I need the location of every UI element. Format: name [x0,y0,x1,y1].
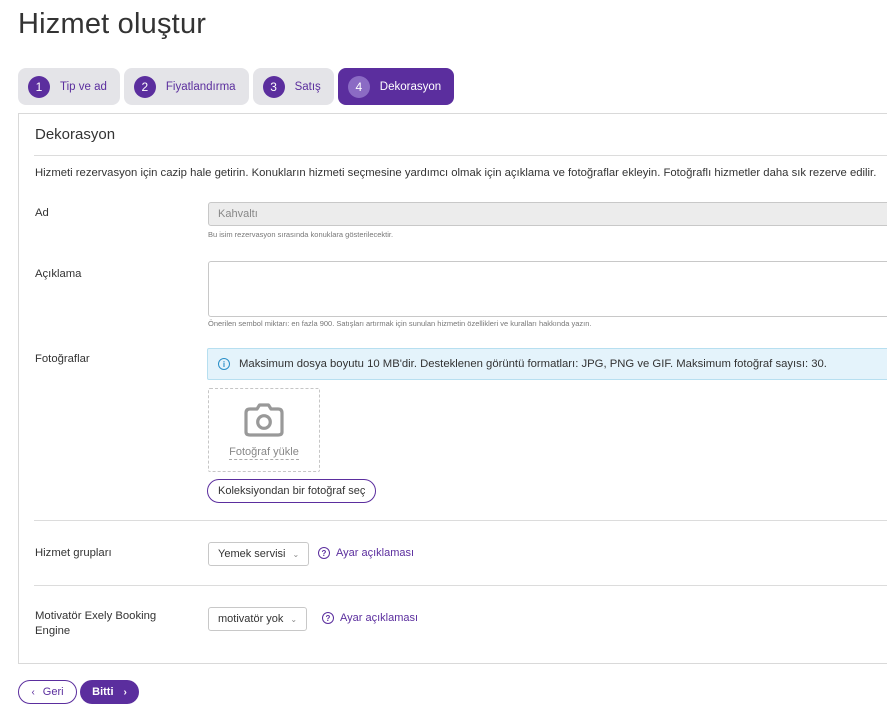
motivator-label: Motivatör Exely Booking Engine [35,610,157,637]
divider [34,155,887,156]
help-text: Ayar açıklaması [340,612,419,624]
upload-label[interactable]: Fotoğraf yükle [229,446,299,460]
chevron-down-icon: ⌄ [292,549,300,559]
step-pricing[interactable]: 2 Fiyatlandırma [123,68,249,105]
section-intro: Hizmeti rezervasyon için cazip hale geti… [35,167,877,179]
groups-select[interactable]: Yemek servisi ⌄ [208,542,310,566]
page-title: Hizmet oluştur [18,8,207,40]
help-text: Ayar açıklaması [336,547,415,559]
camera-icon [244,403,284,437]
back-label: Geri [42,686,64,698]
step-label: Fiyatlandırma [165,80,236,93]
step-number: 4 [347,75,370,98]
photos-label: Fotoğraflar [35,353,90,365]
upload-label-wrap: Fotoğraf yükle [209,446,319,460]
choose-from-collection-button[interactable]: Koleksiyondan bir fotoğraf seç [207,479,377,503]
name-hint: Bu isim rezervasyon sırasında konuklara … [208,230,394,239]
info-icon: i [218,358,230,370]
wizard-steps: 1 Tip ve ad 2 Fiyatlandırma 3 Satış 4 De… [18,68,455,105]
name-input[interactable] [208,202,887,226]
description-label: Açıklama [35,268,82,280]
groups-select-value: Yemek servisi [218,548,286,560]
motivator-help-link[interactable]: ? Ayar açıklaması [322,612,418,624]
done-label: Bitti [92,686,114,698]
photo-upload-dropzone[interactable]: Fotoğraf yükle [208,388,320,472]
motivator-select[interactable]: motivatör yok ⌄ [208,607,308,631]
question-circle-icon: ? [318,547,330,559]
chevron-left-icon: ‹ [31,686,35,698]
back-button[interactable]: ‹ Geri [18,680,77,704]
divider [34,585,887,586]
step-number: 3 [262,75,285,98]
step-sales[interactable]: 3 Satış [252,68,334,105]
photos-info-banner: i Maksimum dosya boyutu 10 MB'dir. Deste… [207,348,887,380]
groups-label: Hizmet grupları [35,547,112,559]
step-label: Tip ve ad [60,80,107,93]
step-type-and-name[interactable]: 1 Tip ve ad [18,68,120,105]
description-hint: Önerilen sembol miktarı: en fazla 900. S… [208,319,592,328]
photos-info-text: Maksimum dosya boyutu 10 MB'dir. Destekl… [239,358,827,370]
done-button[interactable]: Bitti › [80,680,139,704]
chevron-down-icon: ⌄ [290,614,298,624]
section-title: Dekorasyon [35,126,116,143]
step-label: Dekorasyon [379,80,442,93]
name-label: Ad [35,207,49,219]
step-number: 1 [28,75,50,98]
groups-help-link[interactable]: ? Ayar açıklaması [318,547,414,559]
step-number: 2 [133,75,156,98]
chevron-right-icon: › [123,686,127,698]
step-label: Satış [294,80,321,93]
decoration-card: Dekorasyon Hizmeti rezervasyon için cazi… [18,113,887,664]
motivator-select-value: motivatör yok [218,613,284,625]
description-textarea[interactable] [208,261,887,317]
divider [34,520,887,521]
question-circle-icon: ? [322,612,334,624]
step-decoration[interactable]: 4 Dekorasyon [337,68,455,105]
